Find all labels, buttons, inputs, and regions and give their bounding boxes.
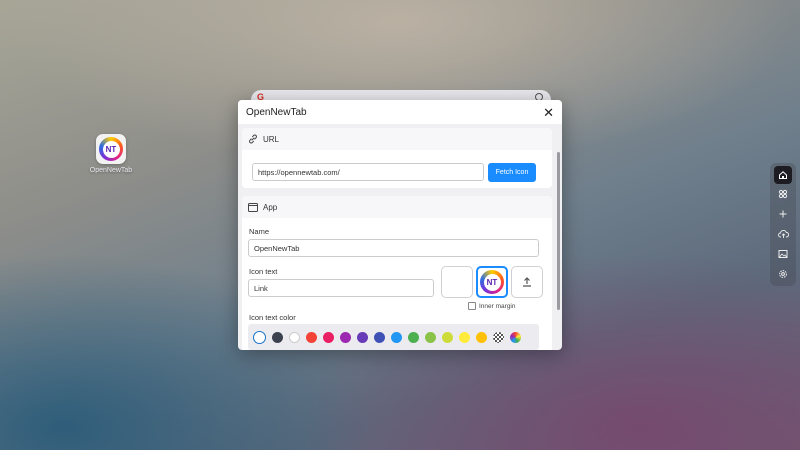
icon-option-blank[interactable]: [441, 266, 473, 298]
app-section-title: App: [263, 202, 278, 212]
icon-text-input[interactable]: Link: [248, 279, 434, 297]
close-icon[interactable]: ✕: [543, 106, 554, 119]
right-toolbar: [770, 163, 796, 286]
desktop-app-opennewtab[interactable]: NT OpenNewTab: [88, 134, 134, 174]
opennewtab-logo-icon: NT: [99, 137, 123, 161]
url-section-title: URL: [263, 134, 280, 144]
fetch-icon-button[interactable]: Fetch Icon: [488, 163, 536, 182]
color-swatch[interactable]: [408, 331, 419, 343]
inner-margin-checkbox[interactable]: [468, 302, 476, 310]
color-swatch[interactable]: [289, 331, 300, 343]
dialog-header: OpenNewTab ✕: [238, 100, 562, 124]
home-icon[interactable]: [774, 166, 792, 184]
transparent-swatch[interactable]: [493, 331, 504, 343]
wallpaper-icon[interactable]: [774, 245, 792, 263]
custom-color-picker-icon[interactable]: [510, 331, 521, 343]
settings-icon[interactable]: [774, 265, 792, 283]
name-label: Name: [249, 227, 270, 236]
icon-text-color-label: Icon text color: [249, 313, 296, 322]
dialog-title: OpenNewTab: [246, 106, 307, 118]
app-label: OpenNewTab: [89, 167, 133, 174]
upload-icon: [523, 277, 531, 287]
color-swatch[interactable]: [374, 331, 385, 343]
color-swatch-selected[interactable]: [253, 330, 266, 344]
dialog-body[interactable]: URL https://opennewtab.com/ Fetch Icon A…: [238, 124, 562, 350]
color-swatch-row: [248, 324, 539, 350]
app-section-header: App: [242, 196, 552, 218]
app-tile: NT: [96, 134, 126, 164]
opennewtab-logo-icon: NT: [480, 270, 504, 294]
url-section-header: URL: [242, 128, 552, 150]
edit-app-dialog: OpenNewTab ✕ URL https://opennewtab.com/…: [238, 100, 562, 350]
logo-text: NT: [483, 273, 501, 291]
color-swatch[interactable]: [425, 331, 436, 343]
color-swatch[interactable]: [357, 331, 368, 343]
color-swatch[interactable]: [459, 331, 470, 343]
color-swatch[interactable]: [476, 331, 487, 343]
color-swatch[interactable]: [306, 331, 317, 343]
color-swatch[interactable]: [391, 331, 402, 343]
apps-icon[interactable]: [774, 185, 792, 203]
icon-option-logo[interactable]: NT: [476, 266, 508, 298]
logo-text: NT: [102, 140, 120, 158]
url-section: URL https://opennewtab.com/ Fetch Icon: [242, 128, 552, 188]
upload-icon-button[interactable]: [511, 266, 543, 298]
upload-icon[interactable]: [774, 225, 792, 243]
inner-margin-option[interactable]: Inner margin: [468, 302, 516, 310]
inner-margin-label: Inner margin: [479, 302, 516, 310]
url-input[interactable]: https://opennewtab.com/: [252, 163, 484, 181]
color-swatch[interactable]: [323, 331, 334, 343]
dialog-scrollbar[interactable]: [557, 152, 560, 310]
link-icon: [248, 134, 258, 144]
plus-icon[interactable]: [774, 205, 792, 223]
icon-text-label: Icon text: [249, 267, 278, 276]
color-swatch[interactable]: [442, 331, 453, 343]
color-swatch[interactable]: [272, 331, 283, 343]
name-input[interactable]: OpenNewTab: [248, 239, 539, 257]
color-swatch[interactable]: [340, 331, 351, 343]
window-icon: [248, 202, 258, 212]
